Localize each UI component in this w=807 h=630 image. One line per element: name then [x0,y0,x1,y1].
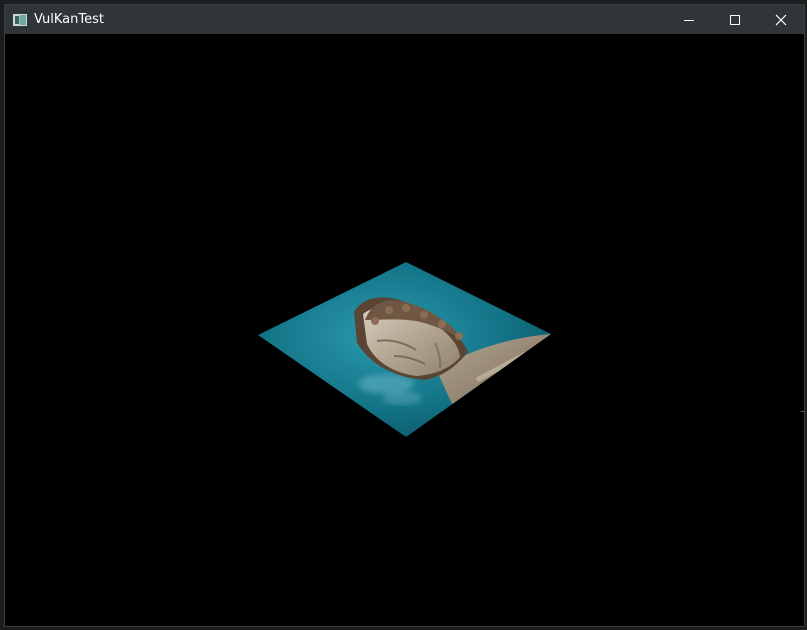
rendered-textured-quad [258,262,551,437]
title-bar[interactable]: VulKanTest [5,5,804,34]
maximize-icon [730,14,740,25]
close-icon [775,14,787,25]
app-window: VulKanTest [4,4,805,627]
close-button[interactable] [758,5,804,34]
app-window-icon [13,13,27,26]
minimize-icon [684,19,694,21]
window-edge-marker [801,411,804,412]
window-title: VulKanTest [34,12,104,27]
maximize-button[interactable] [712,5,758,34]
window-controls [666,5,804,34]
vulkan-render-viewport[interactable] [5,34,804,626]
minimize-button[interactable] [666,5,712,34]
